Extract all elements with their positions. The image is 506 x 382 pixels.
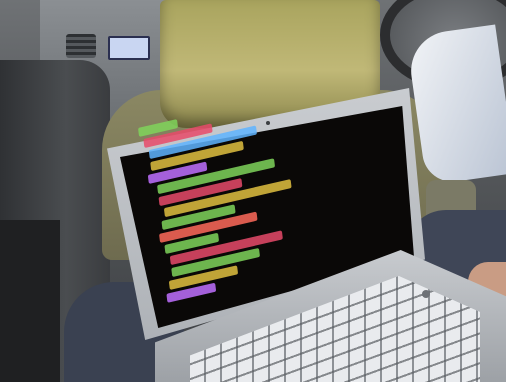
air-vent (66, 34, 96, 58)
door-panel (0, 220, 60, 382)
car-interior-photo (0, 0, 506, 382)
dashboard-display (108, 36, 150, 60)
power-button (422, 290, 430, 298)
